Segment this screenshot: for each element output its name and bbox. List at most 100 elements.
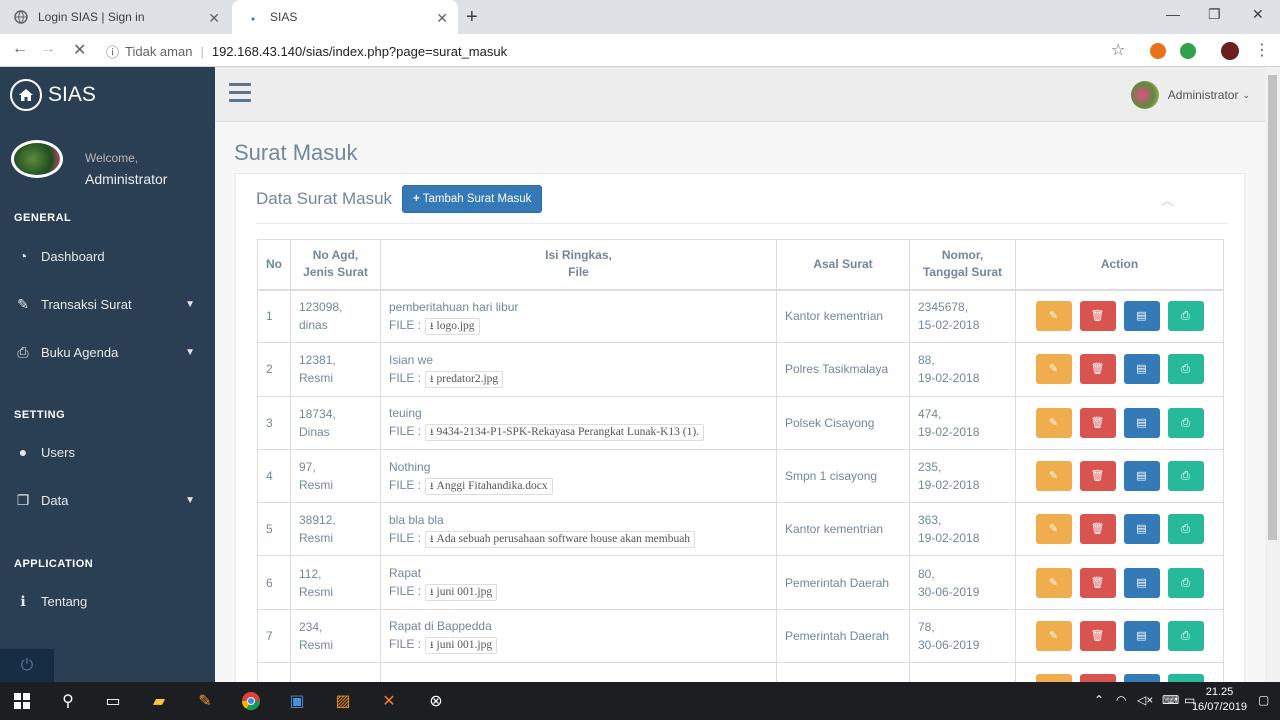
edit-button[interactable]: ✎ <box>1035 461 1072 492</box>
sidebar-item-data[interactable]: ❐ Data ▼ <box>0 485 215 515</box>
extension-download-icon[interactable] <box>1180 43 1196 59</box>
taskbar-clock[interactable]: 21.25 16/07/2019 <box>1192 685 1247 715</box>
info-icon[interactable]: ⓘ <box>106 42 119 61</box>
delete-button[interactable]: 🗑︎ <box>1079 620 1116 651</box>
task-view-icon[interactable]: ▭ <box>102 690 124 712</box>
edit-button[interactable]: ✎ <box>1035 354 1072 385</box>
detail-button[interactable]: ▤ <box>1123 567 1160 598</box>
print-button[interactable]: ⎙ <box>1167 301 1204 332</box>
browser-menu-icon[interactable]: ⋮ <box>1254 40 1270 60</box>
browser-tab-sias[interactable]: SIAS ✕ <box>232 0 458 34</box>
back-arrow-icon[interactable]: ← <box>12 40 28 58</box>
edit-button[interactable]: ✎ <box>1035 567 1072 598</box>
file-explorer-icon[interactable]: ▰ <box>148 690 170 712</box>
menu-toggle-icon[interactable] <box>229 83 251 107</box>
detail-button[interactable]: ▤ <box>1123 407 1160 438</box>
app-icon[interactable]: ✎ <box>194 690 216 712</box>
volume-icon[interactable]: ◁× <box>1137 693 1153 707</box>
document-icon: ▤ <box>1136 416 1147 429</box>
edit-button[interactable]: ✎ <box>1035 407 1072 438</box>
sidebar-item-transaksi-surat[interactable]: ✎ Transaksi Surat ▼ <box>0 289 215 319</box>
summary-text: pemberitahuan hari libur <box>389 299 519 314</box>
file-download-link[interactable]: ⭳ juni 001.jpg <box>425 584 498 602</box>
letter-type: Resmi <box>299 478 334 493</box>
logout-power-icon[interactable]: ⏻ <box>0 649 54 682</box>
tab-close-icon[interactable]: ✕ <box>436 10 448 27</box>
windows-start-icon[interactable] <box>11 690 33 712</box>
col-header-action: Action <box>1015 239 1224 291</box>
letter-type: dinas <box>299 318 328 333</box>
sidebar-item-tentang[interactable]: ℹ Tentang <box>0 586 215 616</box>
user-dropdown[interactable]: Administrator ⌄ <box>1130 81 1250 109</box>
keyboard-icon[interactable]: ⌨ <box>1162 693 1179 707</box>
collapse-chevron-up-icon[interactable]: ︿ <box>1161 190 1174 209</box>
edit-button[interactable]: ✎ <box>1035 620 1072 651</box>
stop-loading-icon[interactable]: ✕ <box>73 40 86 60</box>
sidebar-item-dashboard[interactable]: ◔ Dashboard <box>0 241 215 271</box>
detail-button[interactable]: ▤ <box>1123 354 1160 385</box>
sidebar-item-users[interactable]: ● Users <box>0 437 215 467</box>
cell-nomor: 474, 19-02-2018 <box>909 395 1016 450</box>
file-download-link[interactable]: ⭳ juni 001.jpg <box>425 637 498 655</box>
new-tab-button[interactable]: + <box>466 6 478 29</box>
chrome-icon[interactable] <box>240 690 262 712</box>
extension-fire-icon[interactable] <box>1150 43 1166 59</box>
delete-button[interactable]: 🗑︎ <box>1079 354 1116 385</box>
file-name: logo.jpg <box>436 319 475 332</box>
delete-button[interactable]: 🗑︎ <box>1079 301 1116 332</box>
file-download-link[interactable]: ⭳ logo.jpg <box>425 317 480 335</box>
print-button[interactable]: ⎙ <box>1167 461 1204 492</box>
delete-button[interactable]: 🗑︎ <box>1079 514 1116 545</box>
bookmark-star-icon[interactable]: ☆ <box>1111 40 1125 60</box>
url-text[interactable]: 192.168.43.140/sias/index.php?page=surat… <box>212 44 507 59</box>
file-download-link[interactable]: ⭳ Anggi Fitahandika.docx <box>425 477 553 495</box>
detail-button[interactable]: ▤ <box>1123 620 1160 651</box>
print-button[interactable]: ⎙ <box>1167 354 1204 385</box>
clock-date: 16/07/2019 <box>1191 701 1247 713</box>
print-button[interactable]: ⎙ <box>1167 567 1204 598</box>
brand-logo[interactable]: SIAS <box>10 79 96 111</box>
panel-title: Data Surat Masuk <box>256 189 393 208</box>
tray-chevron-up-icon[interactable]: ⌃ <box>1094 693 1104 707</box>
surat-masuk-table: No No Agd, Jenis Surat Isi Ringkas, File A… <box>257 239 1224 717</box>
print-button[interactable]: ⎙ <box>1167 407 1204 438</box>
search-icon[interactable]: ⚲ <box>57 690 79 712</box>
scrollbar-thumb[interactable] <box>1268 75 1277 540</box>
file-name: predator2.jpg <box>436 372 499 385</box>
detail-button[interactable]: ▤ <box>1123 461 1160 492</box>
browser-tab-login[interactable]: Login SIAS | Sign in ✕ <box>0 0 230 34</box>
cell-asal: Pemerintah Daerah <box>776 608 910 664</box>
letter-date: 30-06-2019 <box>918 637 980 652</box>
detail-button[interactable]: ▤ <box>1123 301 1160 332</box>
file-download-link[interactable]: ⭳ predator2.jpg <box>425 370 504 388</box>
page-scrollbar[interactable] <box>1265 67 1280 682</box>
window-close-button[interactable]: ✕ <box>1252 6 1264 23</box>
omnibox[interactable]: ⓘ Tidak aman | 192.168.43.140/sias/index… <box>106 38 1136 64</box>
edit-button[interactable]: ✎ <box>1035 514 1072 545</box>
xampp-icon[interactable]: ✕ <box>378 690 400 712</box>
file-download-link[interactable]: ⭳ 9434-2134-P1-SPK-Rekayasa Perangkat Lun… <box>425 424 705 442</box>
table-row: 1 123098, dinas pemberitahuan hari libur FIL… <box>257 288 1224 344</box>
maximize-button[interactable]: ❐ <box>1208 6 1221 23</box>
print-button[interactable]: ⎙ <box>1167 514 1204 545</box>
delete-button[interactable]: 🗑︎ <box>1079 461 1116 492</box>
notification-center-icon[interactable]: ▢ <box>1258 693 1269 707</box>
detail-button[interactable]: ▤ <box>1123 514 1160 545</box>
add-surat-masuk-button[interactable]: + Tambah Surat Masuk <box>402 185 543 213</box>
forward-arrow-icon[interactable]: → <box>40 40 56 58</box>
sublime-icon[interactable]: ▨ <box>332 690 354 712</box>
file-download-link[interactable]: ⭳ Ada sebuah perusahaan software house ak… <box>425 530 696 548</box>
app-icon[interactable]: ▣ <box>286 690 308 712</box>
sidebar-item-buku-agenda[interactable]: ⎙ Buku Agenda ▼ <box>0 337 215 367</box>
section-setting: SETTING <box>14 409 66 421</box>
table-row: 2 12381, Resmi Isian we FILE : ⭳ predator2.jpg… <box>257 342 1224 397</box>
edit-button[interactable]: ✎ <box>1035 301 1072 332</box>
delete-button[interactable]: 🗑︎ <box>1079 567 1116 598</box>
profile-avatar-icon[interactable] <box>1221 42 1239 60</box>
tab-close-icon[interactable]: ✕ <box>208 10 220 27</box>
wifi-icon[interactable]: ◠ <box>1116 693 1126 707</box>
minimize-button[interactable]: — <box>1166 6 1180 22</box>
delete-button[interactable]: 🗑︎ <box>1079 407 1116 438</box>
app-icon[interactable]: ⊗ <box>425 690 447 712</box>
print-button[interactable]: ⎙ <box>1167 620 1204 651</box>
